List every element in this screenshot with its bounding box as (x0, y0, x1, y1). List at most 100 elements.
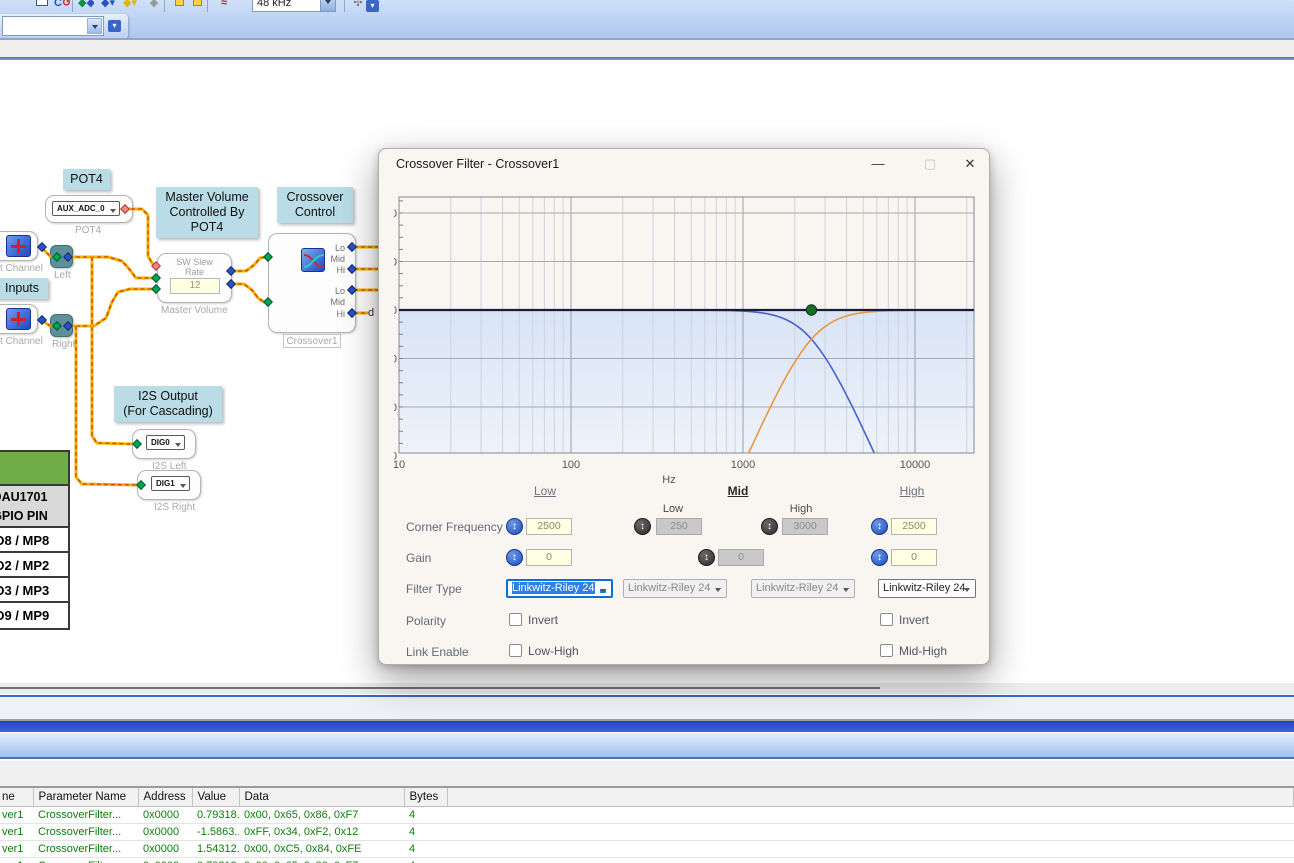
output-pin-diamond[interactable] (37, 242, 47, 252)
annotation-crossover-control[interactable]: Crossover Control (277, 187, 353, 223)
gpio-table-row: IO3 / MP3 (0, 578, 68, 603)
band-link-mid[interactable]: Mid (728, 484, 749, 498)
maximize-button[interactable]: ▢ (915, 153, 945, 175)
toolbar-overflow-icon[interactable]: ▾ (366, 0, 379, 12)
column-header-address[interactable]: Address (138, 788, 192, 806)
crossover-icon (301, 248, 325, 272)
dig0-select[interactable]: DIG0 (146, 435, 185, 450)
parameter-row[interactable]: ver1CrossoverFilter...0x0000-1.5863...0x… (0, 823, 1294, 840)
sample-rate-combobox[interactable]: 48 kHz (252, 0, 336, 12)
input1-block[interactable] (0, 231, 38, 261)
svg-text:20: 20 (394, 208, 397, 220)
svg-text:10: 10 (394, 257, 397, 269)
dig1-select[interactable]: DIG1 (151, 476, 190, 491)
band-link-high[interactable]: High (900, 484, 925, 498)
cf-mid-high-knob: ↕ (761, 518, 778, 535)
mid-sub-high-label: High (790, 503, 813, 515)
column-header-value[interactable]: Value (192, 788, 239, 806)
pot4-adc-select[interactable]: AUX_ADC_0 (52, 201, 120, 216)
cf-mid-low-knob: ↕ (634, 518, 651, 535)
output-pin-diamond[interactable] (37, 315, 47, 325)
crossover-name-label[interactable]: Crossover1 (283, 334, 341, 348)
input2-label: t Channel (0, 336, 43, 347)
parameter-window: neParameter NameAddressValueDataBytes ve… (0, 788, 1294, 863)
dialog-title[interactable]: Crossover Filter - Crossover1 (396, 157, 559, 171)
dig1-block[interactable]: DIG1 (137, 470, 201, 500)
gain-low-field[interactable]: 0 (526, 549, 572, 566)
invert-high-checkbox[interactable] (880, 613, 893, 626)
cf-mid-high-field: 3000 (782, 518, 828, 535)
parameter-row[interactable]: ver1CrossoverFilter...0x00000.79318...0x… (0, 806, 1294, 823)
panel-gap (0, 761, 1294, 786)
filter-type-high-select[interactable]: Linkwitz-Riley 24 (878, 579, 976, 598)
panel-caption-bar[interactable] (0, 721, 1294, 732)
filter-type-low-select[interactable]: Linkwitz-Riley 24 (506, 579, 613, 598)
minimize-button[interactable]: — (863, 153, 893, 175)
cf-low-field[interactable]: 2500 (526, 518, 572, 535)
selection-combobox[interactable] (2, 16, 104, 36)
svg-text:10: 10 (394, 459, 405, 471)
parameter-row[interactable]: ver1CrossoverFilter...0x00000.79318...0x… (0, 857, 1294, 863)
read-diamond-icon[interactable]: ◆▾ (100, 0, 116, 11)
band-link-low[interactable]: Low (534, 484, 556, 498)
gain-label: Gain (406, 551, 431, 565)
panel-toolbar-bar (0, 732, 1294, 759)
master-volume-value-field[interactable]: 12 (170, 278, 220, 294)
column-header-parameter-name[interactable]: Parameter Name (33, 788, 138, 806)
master-volume-label: Master Volume (161, 305, 228, 316)
svg-text:1000: 1000 (731, 459, 755, 471)
crossover-response-graph[interactable]: 20100-10-20-30dB10100100010000Hz (394, 194, 979, 494)
gpio-table-header (0, 452, 68, 486)
gain-mid-knob: ↕ (698, 549, 715, 566)
pot4-block-label: POT4 (75, 225, 101, 236)
gain-mid-field: 0 (718, 549, 764, 566)
input2-block[interactable] (0, 304, 38, 334)
parameter-row[interactable]: ver1CrossoverFilter...0x00001.54312...0x… (0, 840, 1294, 857)
clipped-wire-text: d (368, 307, 374, 319)
secondary-toolbar-overflow-icon[interactable]: ▾ (108, 20, 121, 32)
gain-high-field[interactable]: 0 (891, 549, 937, 566)
dig1-label: I2S Right (154, 502, 195, 513)
mute-diamond-icon[interactable]: ◆ (146, 0, 162, 11)
svg-text:10000: 10000 (900, 459, 931, 471)
crossover-pin-hi: Hi (325, 309, 345, 319)
invert-low-checkbox[interactable] (509, 613, 522, 626)
link-low-high-checkbox[interactable] (509, 644, 522, 657)
cf-high-field[interactable]: 2500 (891, 518, 937, 535)
close-button[interactable]: ✕ (955, 153, 985, 175)
cf-high-knob[interactable]: ↕ (871, 518, 888, 535)
polarity-label: Polarity (406, 614, 446, 628)
window-icon[interactable] (34, 0, 50, 11)
parameter-table-header: neParameter NameAddressValueDataBytes (0, 788, 1294, 806)
crossover-block[interactable]: LoMidHiLoMidHi (268, 233, 356, 333)
gain-low-knob[interactable]: ↕ (506, 549, 523, 566)
column-header-ne[interactable]: ne (0, 788, 33, 806)
crossover-pin-lo: Lo (325, 286, 345, 296)
annotation-pot4[interactable]: POT4 (63, 169, 110, 190)
link-mid-high-checkbox[interactable] (880, 644, 893, 657)
register-write-icon[interactable] (189, 0, 205, 11)
cf-low-knob[interactable]: ↕ (506, 518, 523, 535)
link-compile-icon[interactable]: C↺ (54, 0, 70, 11)
svg-text:100: 100 (562, 459, 580, 471)
sample-rate-value: 48 kHz (257, 0, 291, 9)
download-diamond-icon[interactable]: ◆◆ (78, 0, 94, 11)
master-volume-block[interactable]: SW Slew Rate 12 (157, 253, 232, 303)
filter-type-mid-low-select: Linkwitz-Riley 24 (623, 579, 727, 598)
column-header-bytes[interactable]: Bytes (404, 788, 447, 806)
settings-icon[interactable]: ✣ (350, 0, 366, 11)
gpio-table-row: IO2 / MP2 (0, 553, 68, 578)
schematic-window-bottom-edge (0, 687, 880, 689)
annotation-inputs[interactable]: Inputs (0, 278, 48, 299)
column-header-data[interactable]: Data (239, 788, 404, 806)
annotation-i2s-output[interactable]: I2S Output (For Cascading) (114, 386, 222, 422)
main-toolbar: C↺ ◆◆ ◆▾ ◆▾ ◆ ≈ 48 kHz ✣ ▾ (0, 0, 420, 13)
crossover-marker[interactable] (806, 305, 816, 315)
annotation-master-volume[interactable]: Master Volume Controlled By POT4 (156, 187, 258, 238)
register-read-icon[interactable] (171, 0, 187, 11)
crossover-filter-dialog: Crossover Filter - Crossover1 — ▢ ✕ 20 10… (378, 148, 990, 665)
write-diamond-icon[interactable]: ◆▾ (122, 0, 138, 11)
gain-high-knob[interactable]: ↕ (871, 549, 888, 566)
svg-text:-10: -10 (394, 354, 397, 366)
invert-high-label: Invert (899, 613, 929, 627)
